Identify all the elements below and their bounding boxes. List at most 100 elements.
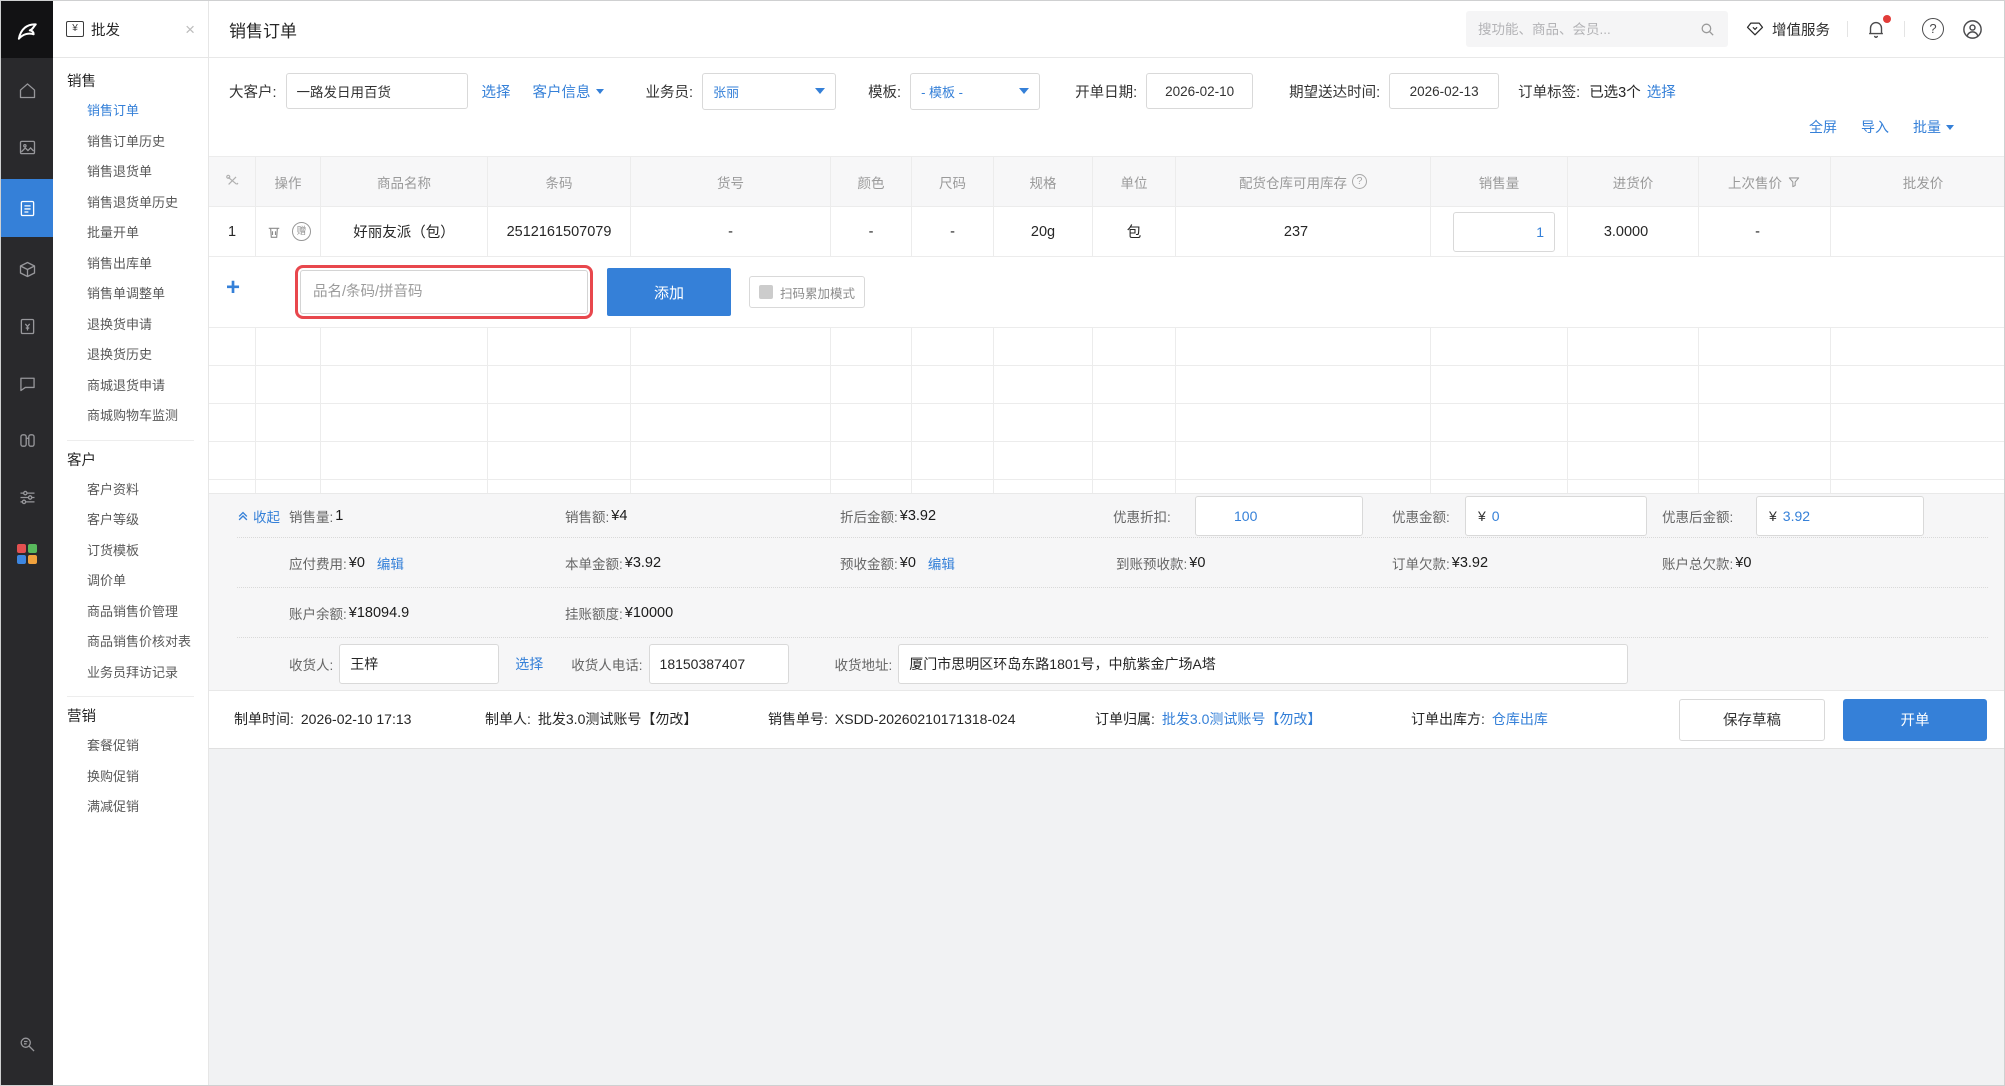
- gift-badge-icon[interactable]: 赠: [292, 222, 311, 241]
- batch-link[interactable]: 批量: [1913, 117, 1954, 137]
- sidebar-item-order-template[interactable]: 订货模板: [53, 536, 208, 567]
- sidebar-item-sales-return-history[interactable]: 销售退货单历史: [53, 188, 208, 219]
- collapse-link[interactable]: 收起: [237, 506, 280, 526]
- sidebar-item-customer-info[interactable]: 客户资料: [53, 475, 208, 506]
- vas-gem-icon: [1745, 19, 1765, 39]
- address-label: 收货地址:: [834, 657, 893, 673]
- annotation-highlight: [295, 265, 593, 319]
- sidebar-item-sales-outbound[interactable]: 销售出库单: [53, 249, 208, 280]
- sidebar-item-exchange-history[interactable]: 退换货历史: [53, 340, 208, 371]
- sidebar-item-sale-price-check[interactable]: 商品销售价核对表: [53, 627, 208, 658]
- expected-date-input[interactable]: [1389, 73, 1500, 109]
- search-input[interactable]: [1478, 21, 1699, 37]
- consignee-select-link[interactable]: 选择: [515, 654, 543, 674]
- expected-date-label: 期望送达时间:: [1289, 84, 1381, 101]
- sidebar-item-customer-level[interactable]: 客户等级: [53, 505, 208, 536]
- module-tab-label: 批发: [91, 22, 120, 39]
- sidebar-item-sales-adjust[interactable]: 销售单调整单: [53, 279, 208, 310]
- consignee-input[interactable]: [339, 643, 500, 684]
- sidebar-item-sale-price-mgmt[interactable]: 商品销售价管理: [53, 597, 208, 628]
- sidebar-item-sales-order-history[interactable]: 销售订单历史: [53, 127, 208, 158]
- order-footer: 制单时间: 2026-02-10 17:13 制单人: 批发3.0测试账号【勿改】 …: [209, 689, 2004, 748]
- customer-info-link[interactable]: 客户信息: [533, 81, 604, 102]
- menu-section-sales: 销售: [67, 74, 96, 90]
- salesman-select[interactable]: 张丽: [702, 72, 837, 110]
- orders-icon[interactable]: [1, 179, 53, 237]
- received-prepay-label: 到账预收款:: [1116, 556, 1188, 572]
- sliders-icon[interactable]: [1, 472, 53, 522]
- gallery-icon[interactable]: [1, 122, 53, 172]
- submit-order-button[interactable]: 开单: [1843, 698, 1987, 741]
- order-grid: 操作 商品名称 条码 货号 颜色 尺码 规格 单位 配货仓库可用库存? 销售量 …: [209, 156, 2004, 493]
- global-search[interactable]: [1466, 11, 1728, 47]
- cell-unit: 包: [1092, 206, 1176, 257]
- owner-value-link[interactable]: 批发3.0测试账号【勿改】: [1162, 711, 1321, 727]
- customer-input[interactable]: [285, 73, 468, 109]
- import-link[interactable]: 导入: [1861, 117, 1889, 137]
- order-no-value: XSDD-20260210171318-024: [834, 711, 1016, 727]
- help-icon[interactable]: ?: [1922, 18, 1944, 40]
- sidebar-item-sales-return[interactable]: 销售退货单: [53, 157, 208, 188]
- add-row-plus-icon[interactable]: +: [219, 274, 247, 302]
- user-icon[interactable]: [1961, 18, 1984, 41]
- qty-input[interactable]: 1: [1453, 211, 1555, 252]
- trash-icon[interactable]: [265, 223, 283, 241]
- customer-select-link[interactable]: 选择: [482, 81, 511, 102]
- invoice-icon[interactable]: [1, 301, 53, 351]
- scan-accumulate-toggle[interactable]: 扫码累加模式: [749, 276, 866, 308]
- after-discount-input[interactable]: ¥3.92: [1756, 495, 1924, 536]
- phone-input[interactable]: [648, 643, 789, 684]
- close-icon[interactable]: ×: [185, 21, 195, 38]
- add-button[interactable]: 添加: [607, 268, 731, 316]
- save-draft-button[interactable]: 保存草稿: [1679, 698, 1825, 741]
- summary-panel: 收起 销售量: 1 销售额: ¥4 折后金额: ¥3.92 优惠折扣: 100 优惠金…: [209, 492, 2004, 690]
- fullscreen-link[interactable]: 全屏: [1809, 117, 1837, 137]
- address-input[interactable]: [898, 643, 1629, 684]
- discount-amount-input[interactable]: ¥0: [1465, 495, 1647, 536]
- search-list-icon[interactable]: [1, 1019, 53, 1069]
- chat-icon[interactable]: [1, 358, 53, 408]
- header-product-name: 商品名称: [320, 156, 488, 207]
- cell-last-price: -: [1698, 206, 1831, 257]
- template-select[interactable]: - 模板 -: [910, 72, 1041, 110]
- sidebar-item-salesman-visit[interactable]: 业务员拜访记录: [53, 658, 208, 689]
- sidebar-item-combo-promo[interactable]: 套餐促销: [53, 731, 208, 762]
- sidebar-item-batch-billing[interactable]: 批量开单: [53, 218, 208, 249]
- consignee-label: 收货人:: [289, 657, 334, 673]
- chevron-down-icon: [815, 88, 826, 94]
- tags-select-link[interactable]: 选择: [1647, 81, 1676, 102]
- column-settings[interactable]: [209, 156, 256, 207]
- order-date-input[interactable]: [1146, 73, 1254, 109]
- package-icon[interactable]: [1, 244, 53, 294]
- home-icon[interactable]: [1, 65, 53, 115]
- empty-grid-rows: [209, 327, 2004, 493]
- prepay-edit-link[interactable]: 编辑: [928, 553, 955, 573]
- filter-icon[interactable]: [1787, 175, 1801, 189]
- sidebar-item-exchange-request[interactable]: 退换货申请: [53, 310, 208, 341]
- sidebar-item-mall-cart-monitor[interactable]: 商城购物车监测: [53, 401, 208, 432]
- payable-fee-edit-link[interactable]: 编辑: [377, 553, 404, 573]
- bell-icon[interactable]: [1865, 15, 1891, 40]
- search-icon[interactable]: [1699, 21, 1716, 38]
- checkbox-icon[interactable]: [759, 285, 773, 299]
- module-tab[interactable]: ¥ 批发 ×: [53, 1, 208, 58]
- discount-rate-input[interactable]: 100: [1195, 495, 1363, 536]
- sidebar-item-mall-return[interactable]: 商城退货申请: [53, 371, 208, 402]
- header-unit: 单位: [1092, 156, 1176, 207]
- header-operation: 操作: [255, 156, 321, 207]
- phone-label: 收货人电话:: [571, 657, 643, 673]
- logo-icon[interactable]: [1, 1, 53, 58]
- sidebar-item-sales-order[interactable]: 销售订单: [53, 96, 208, 127]
- sidebar-menu: 销售 销售订单 销售订单历史 销售退货单 销售退货单历史 批量开单 销售出库单 …: [53, 58, 208, 1085]
- sidebar-item-exchange-promo[interactable]: 换购促销: [53, 762, 208, 793]
- value-added-services[interactable]: 增值服务: [1745, 19, 1830, 40]
- sidebar-item-discount-promo[interactable]: 满减促销: [53, 792, 208, 823]
- apps-color-grid-icon[interactable]: [1, 529, 53, 579]
- help-icon[interactable]: ?: [1352, 174, 1367, 189]
- payable-fee-label: 应付费用:: [289, 556, 347, 572]
- divider: [1847, 21, 1848, 37]
- product-search-input[interactable]: [300, 270, 588, 314]
- binoculars-icon[interactable]: [1, 415, 53, 465]
- sidebar-item-price-adjust[interactable]: 调价单: [53, 566, 208, 597]
- outbound-value-link[interactable]: 仓库出库: [1492, 711, 1548, 727]
